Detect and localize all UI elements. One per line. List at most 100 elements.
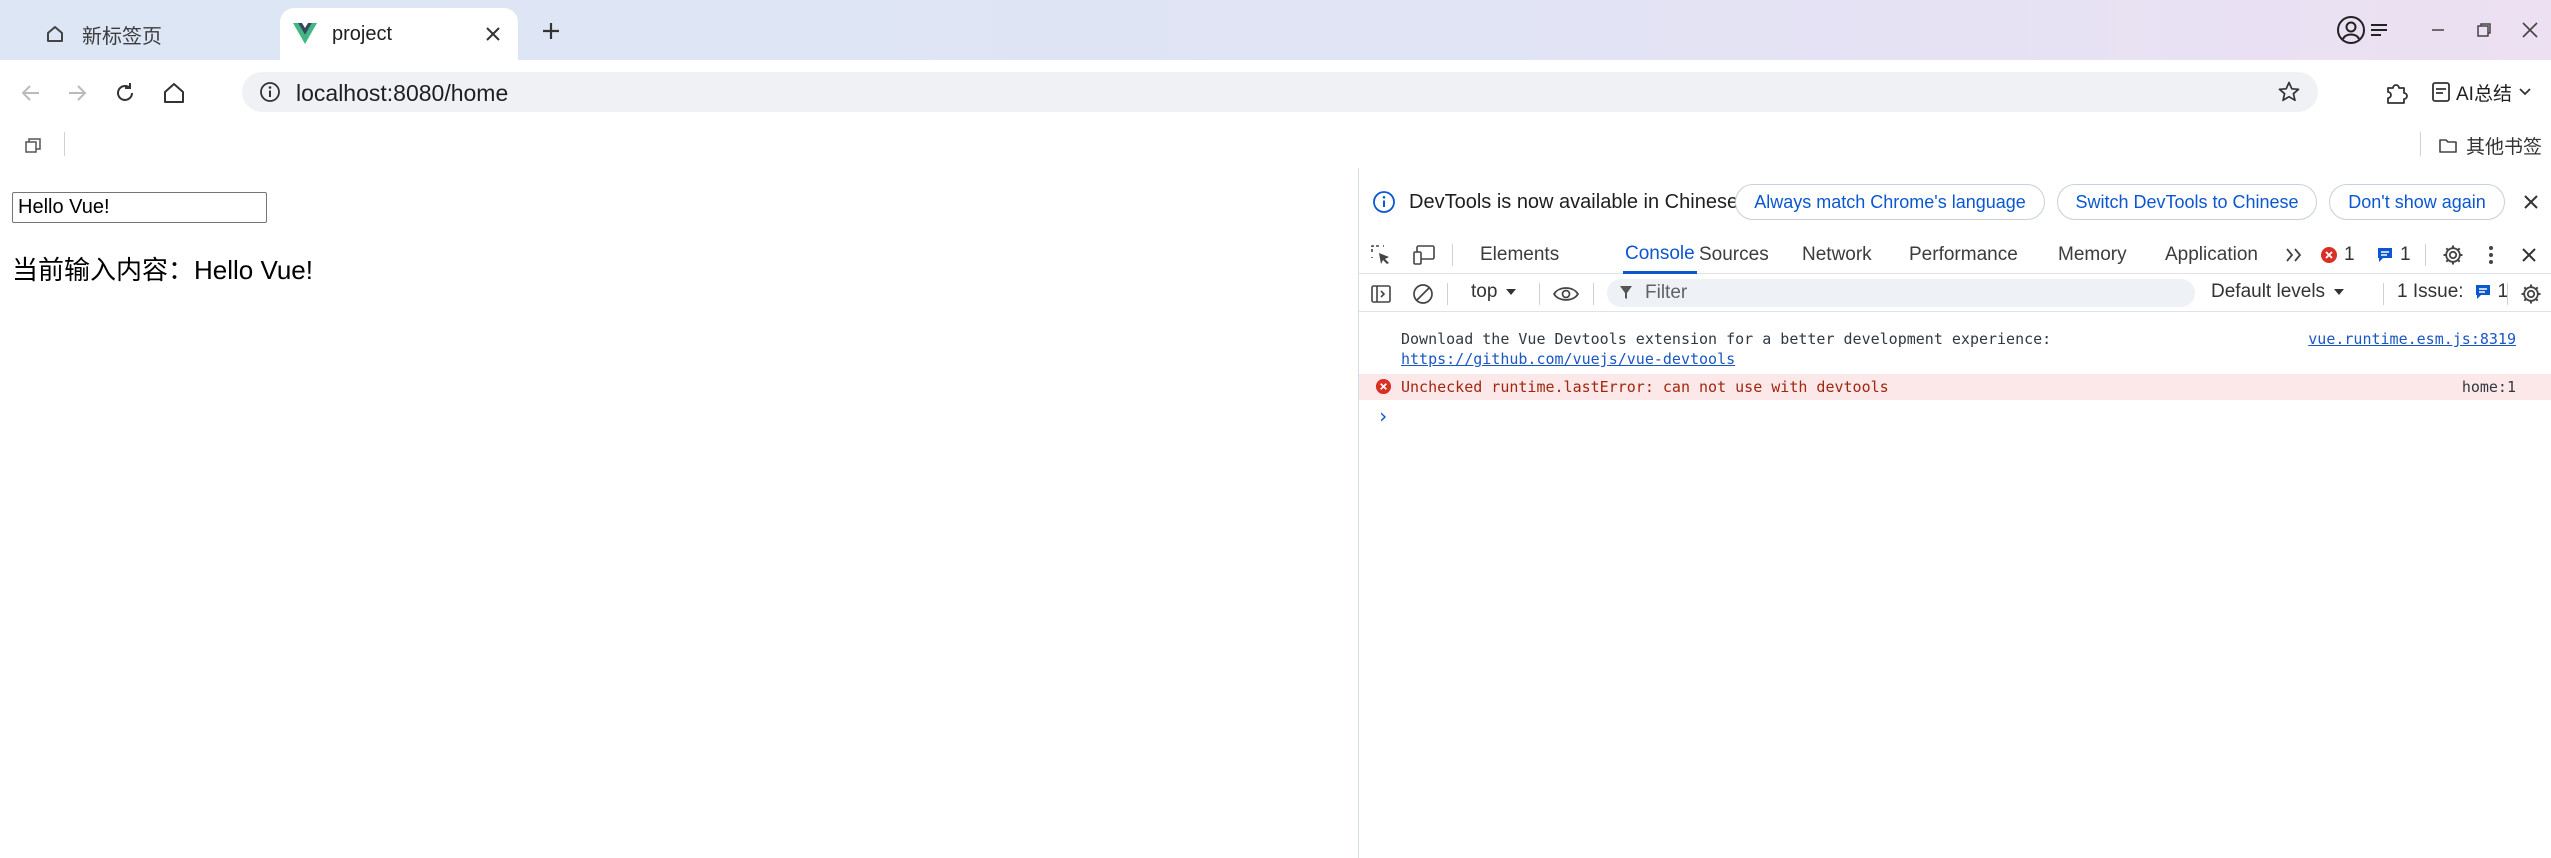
tab-memory[interactable]: Memory [2058, 236, 2127, 274]
filterbar-divider [2507, 283, 2508, 305]
log-levels-dropdown[interactable]: Default levels [2211, 281, 2345, 303]
profile-icon [2336, 15, 2366, 45]
tab-sources[interactable]: Sources [1699, 236, 1769, 274]
page-viewport: 当前输入内容：Hello Vue! [0, 168, 1358, 858]
tab-performance[interactable]: Performance [1909, 236, 2018, 274]
dropdown-arrow-icon [1505, 288, 1517, 296]
device-toolbar-icon[interactable] [1411, 243, 1437, 267]
issues-label: 1 Issue: [2397, 281, 2464, 302]
infobar-message: DevTools is now available in Chinese! [1409, 190, 1744, 213]
browser-toolbar: localhost:8080/home AI总结 [0, 60, 2551, 124]
tab-groups-icon[interactable] [22, 135, 44, 157]
error-icon [1375, 378, 1392, 395]
filterbar-divider [1539, 283, 1540, 305]
tab-new-tab[interactable]: 新标签页 [24, 8, 274, 60]
extensions-button[interactable] [2380, 76, 2414, 110]
document-icon [2430, 81, 2452, 103]
url-text[interactable]: localhost:8080/home [296, 80, 508, 107]
filter-placeholder: Filter [1645, 282, 1688, 303]
folder-icon [2438, 137, 2458, 155]
bookmark-star-icon[interactable] [2274, 77, 2304, 107]
console-message-text: Unchecked runtime.lastError: can not use… [1401, 378, 1889, 396]
tab-strip: 新标签页 project [0, 0, 2551, 60]
tab-network[interactable]: Network [1802, 236, 1872, 274]
chevron-down-icon [2518, 87, 2532, 97]
bookmarks-bar: 其他书签 [0, 124, 2551, 166]
devtools-tabbar: Elements Console Sources Network Perform… [1359, 236, 2551, 274]
profile-button[interactable] [2332, 12, 2392, 48]
issues-counter[interactable]: 1 Issue: 1 [2383, 281, 2508, 303]
message-count: 1 [2400, 244, 2411, 265]
console-prompt[interactable]: › [1377, 404, 1389, 428]
tab-application[interactable]: Application [2165, 236, 2258, 274]
clear-console-icon[interactable] [1411, 282, 1435, 306]
forward-button[interactable] [60, 76, 94, 110]
info-icon [1371, 189, 1397, 215]
console-message-error: Unchecked runtime.lastError: can not use… [1359, 374, 2551, 400]
filterbar-divider [1593, 283, 1594, 305]
devtools-language-infobar: DevTools is now available in Chinese! Al… [1359, 182, 2551, 222]
switch-to-chinese-button[interactable]: Switch DevTools to Chinese [2057, 184, 2317, 220]
console-filter-input[interactable]: Filter [1607, 279, 2195, 307]
console-message-link[interactable]: https://github.com/vuejs/vue-devtools [1401, 350, 1735, 368]
reload-button[interactable] [108, 76, 142, 110]
kebab-menu-icon[interactable] [2483, 243, 2499, 267]
tab-title: 新标签页 [82, 25, 162, 48]
settings-gear-icon[interactable] [2441, 243, 2465, 267]
ai-summary-button[interactable]: AI总结 [2430, 76, 2532, 108]
site-info-icon[interactable] [256, 78, 284, 106]
minimize-button[interactable] [2420, 12, 2456, 48]
tabbar-divider [1452, 244, 1453, 266]
home-button[interactable] [157, 76, 191, 110]
live-expression-eye-icon[interactable] [1551, 281, 1581, 307]
tab-project[interactable]: project [280, 8, 518, 60]
bookmarks-divider [64, 132, 65, 156]
console-message-info: Download the Vue Devtools extension for … [1359, 324, 2551, 370]
tab-title: project [332, 22, 393, 45]
dont-show-again-button[interactable]: Don't show again [2329, 184, 2505, 220]
error-count: 1 [2344, 244, 2355, 265]
filterbar-divider [1447, 283, 1448, 305]
tabbar-divider [2425, 244, 2426, 266]
close-window-button[interactable] [2512, 12, 2548, 48]
error-counter[interactable]: 1 [2320, 244, 2355, 266]
inspect-element-icon[interactable] [1369, 243, 1393, 267]
match-language-button[interactable]: Always match Chrome's language [1735, 184, 2045, 220]
devtools-panel: DevTools is now available in Chinese! Al… [1358, 168, 2551, 858]
tab-elements[interactable]: Elements [1480, 236, 1559, 274]
issue-message-icon [2474, 283, 2492, 301]
console-filter-bar: top Filter Default levels 1 Issue: 1 [1359, 276, 2551, 312]
new-tab-button[interactable] [534, 14, 568, 48]
console-message-text: Download the Vue Devtools extension for … [1401, 330, 2052, 348]
prompt-chevron-icon: › [1377, 404, 1390, 428]
console-message-source[interactable]: home:1 [2462, 378, 2516, 396]
vue-logo-icon [292, 21, 318, 47]
console-message-source[interactable]: vue.runtime.esm.js:8319 [2308, 330, 2516, 348]
bookmarks-divider [2420, 132, 2421, 156]
sidebar-toggle-icon[interactable] [1369, 282, 1393, 306]
error-icon [2320, 246, 2338, 264]
ai-summary-label: AI总结 [2456, 83, 2512, 105]
menu-lines-icon [2370, 23, 2388, 37]
dropdown-arrow-icon [2333, 288, 2345, 296]
close-infobar-icon[interactable] [2519, 190, 2543, 214]
home-icon [42, 21, 68, 47]
message-icon [2376, 246, 2394, 264]
console-settings-gear-icon[interactable] [2519, 282, 2543, 306]
tab-console[interactable]: Console [1623, 236, 1697, 274]
close-devtools-icon[interactable] [2517, 243, 2541, 267]
close-tab-button[interactable] [478, 19, 508, 49]
console-output: Download the Vue Devtools extension for … [1359, 324, 2551, 428]
restore-button[interactable] [2466, 12, 2502, 48]
echo-text: 当前输入内容：Hello Vue! [12, 255, 313, 285]
context-label: top [1471, 281, 1498, 302]
more-tabs-icon[interactable] [2283, 244, 2305, 266]
other-bookmarks-folder[interactable]: 其他书签 [2438, 132, 2542, 159]
message-input[interactable] [12, 192, 267, 223]
message-counter[interactable]: 1 [2376, 244, 2411, 266]
context-selector[interactable]: top [1471, 281, 1517, 303]
back-button[interactable] [14, 76, 48, 110]
address-bar[interactable]: localhost:8080/home [242, 72, 2318, 112]
filter-funnel-icon [1619, 285, 1633, 301]
other-bookmarks-label: 其他书签 [2466, 137, 2543, 158]
